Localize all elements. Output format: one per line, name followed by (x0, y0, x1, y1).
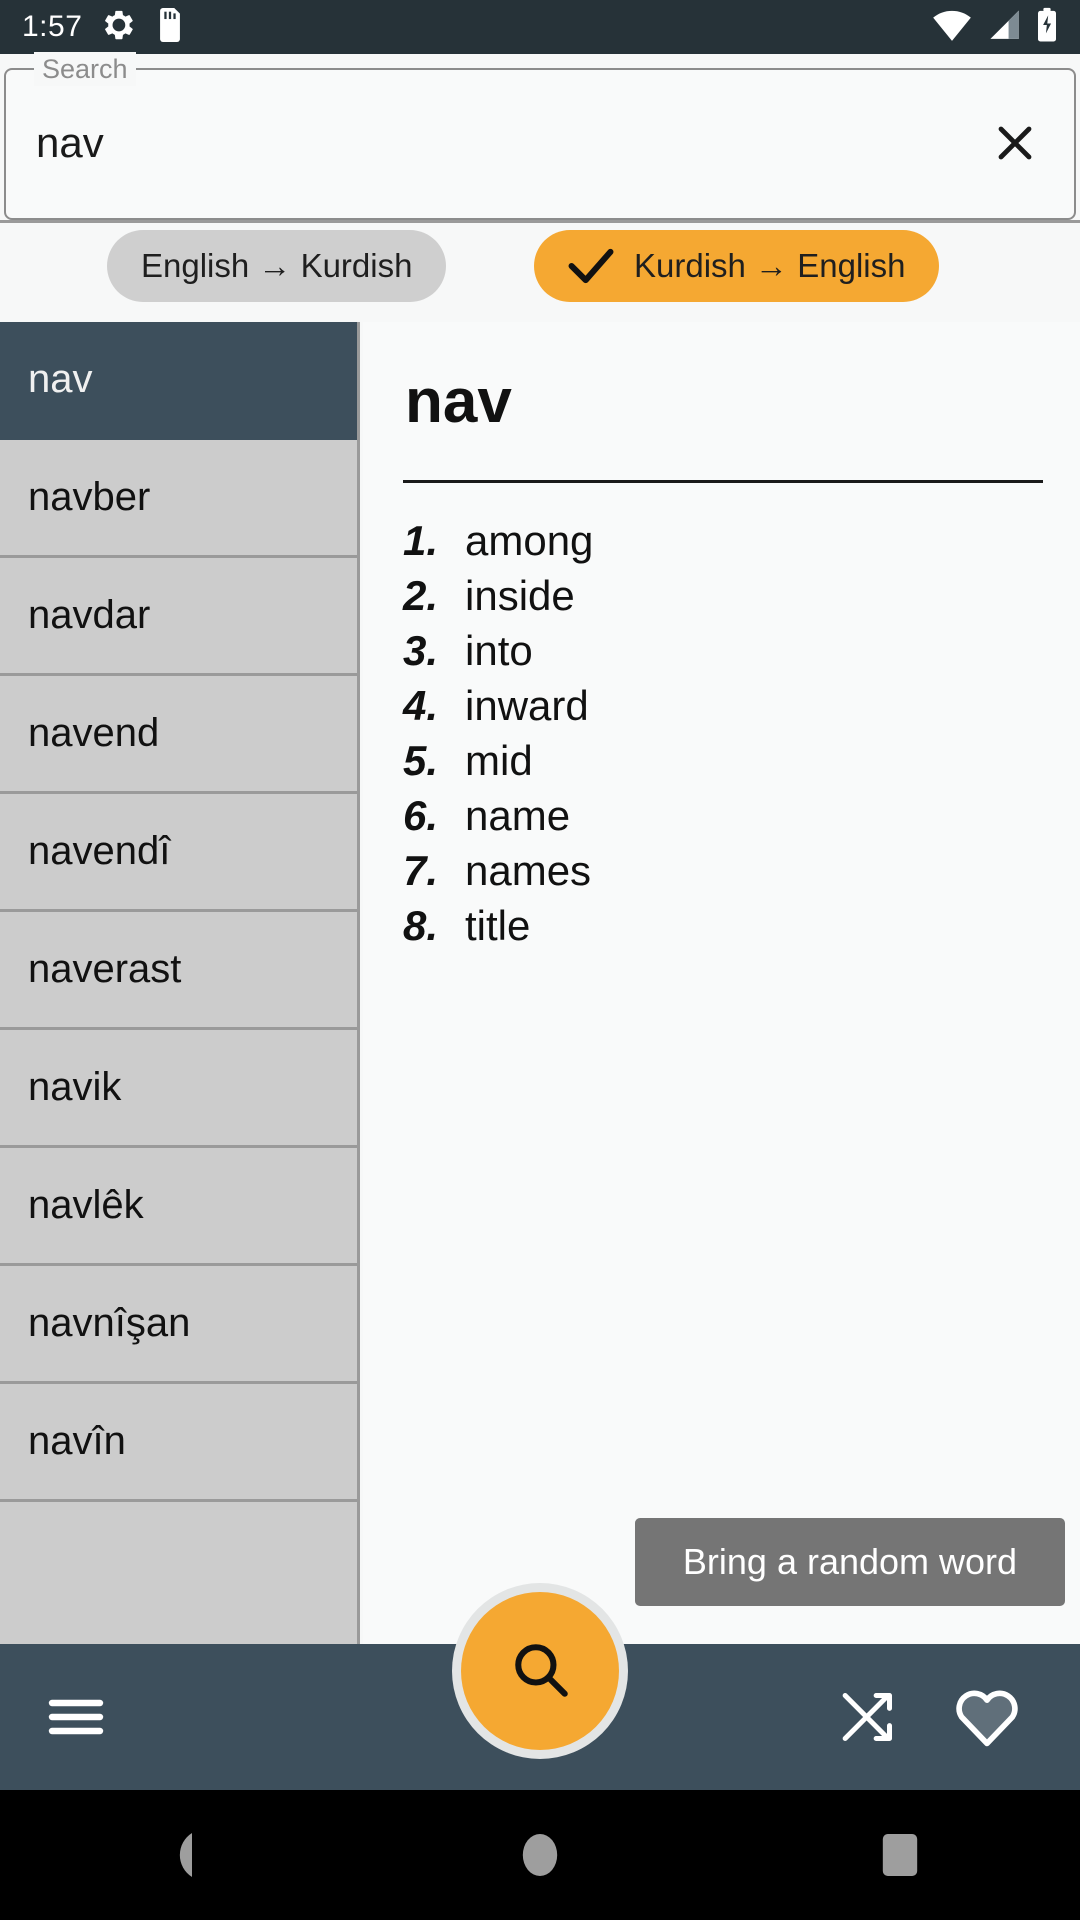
list-item-label: nav (28, 357, 93, 401)
list-item-label: navdar (28, 593, 151, 637)
definition-sense: 5. mid (403, 733, 1040, 788)
definition-sense: 6. name (403, 788, 1040, 843)
battery-charging-icon (1036, 7, 1058, 48)
translation-direction-toggle: English → Kurdish Kurdish → English (0, 230, 1080, 302)
sense-text: into (465, 627, 533, 674)
back-triangle-icon[interactable] (120, 1810, 240, 1900)
search-field[interactable]: Search nav (4, 52, 1076, 220)
word-list-item-naverast[interactable]: naverast (0, 912, 357, 1030)
sense-text: name (465, 792, 571, 839)
status-bar-left: 1:57 (22, 7, 184, 47)
sense-number: 8. (403, 902, 439, 949)
cellular-signal-icon (986, 8, 1022, 47)
chip-kurdish-to-english[interactable]: Kurdish → English (534, 230, 940, 302)
list-item-label: navlêk (28, 1183, 144, 1227)
definition-sense: 7. names (403, 843, 1040, 898)
status-bar-right (932, 7, 1058, 48)
definition-sense: 1. among (403, 513, 1040, 568)
check-icon (568, 246, 614, 286)
sense-text: among (465, 517, 594, 564)
list-item-label: navend (28, 711, 160, 755)
sense-number: 7. (403, 847, 439, 894)
word-list[interactable]: nav navber navdar navend navendî naveras… (0, 322, 360, 1644)
sd-card-icon (156, 7, 184, 47)
sense-number: 5. (403, 737, 439, 784)
sense-number: 4. (403, 682, 439, 729)
sense-number: 1. (403, 517, 439, 564)
content-area: nav navber navdar navend navendî naveras… (0, 322, 1080, 1644)
list-item-label: navendî (28, 829, 171, 873)
word-list-item-navend[interactable]: navend (0, 676, 357, 794)
sense-text: mid (465, 737, 533, 784)
search-input[interactable]: nav (36, 116, 104, 170)
search-area: Search nav (0, 52, 1080, 222)
definition-panel: nav 1. among 2. inside 3. into 4. inward (363, 322, 1080, 1644)
list-item-label: navber (28, 475, 151, 519)
heart-outline-icon[interactable] (949, 1678, 1025, 1754)
definition-sense-list: 1. among 2. inside 3. into 4. inward 5. (403, 513, 1040, 953)
list-item-label: naverast (28, 947, 182, 991)
word-list-item-navber[interactable]: navber (0, 440, 357, 558)
header-divider (0, 220, 1080, 223)
definition-sense: 3. into (403, 623, 1040, 678)
word-list-item-navendi[interactable]: navendî (0, 794, 357, 912)
word-list-item-navlek[interactable]: navlêk (0, 1148, 357, 1266)
chip-english-to-kurdish-label: English → Kurdish (141, 247, 413, 284)
hamburger-menu-icon[interactable] (40, 1681, 112, 1753)
app-root: 1:57 Search nav English → Kurdish Kurdis… (0, 0, 1080, 1920)
sense-number: 6. (403, 792, 439, 839)
word-list-item-navnisan[interactable]: navnîşan (0, 1266, 357, 1384)
word-list-item-navik[interactable]: navik (0, 1030, 357, 1148)
sense-text: inward (465, 682, 589, 729)
tooltip-text: Bring a random word (682, 1541, 1018, 1582)
definition-headword: nav (405, 367, 512, 436)
home-circle-icon[interactable] (480, 1810, 600, 1900)
close-icon[interactable] (986, 114, 1044, 172)
gear-icon (102, 8, 136, 47)
chip-kurdish-to-english-label: Kurdish → English (634, 247, 906, 284)
word-list-item-nav[interactable]: nav (0, 322, 357, 440)
status-bar-clock: 1:57 (22, 10, 83, 43)
definition-sense: 4. inward (403, 678, 1040, 733)
android-status-bar: 1:57 (0, 0, 1080, 54)
word-list-item-navin[interactable]: navîn (0, 1384, 357, 1502)
wifi-icon (932, 8, 972, 47)
list-item-label: navik (28, 1065, 122, 1109)
word-list-item-navdar[interactable]: navdar (0, 558, 357, 676)
shuffle-icon[interactable] (833, 1681, 905, 1753)
definition-divider (403, 480, 1043, 483)
definition-sense: 8. title (403, 898, 1040, 953)
list-item-label: navîn (28, 1419, 126, 1463)
chip-english-to-kurdish[interactable]: English → Kurdish (107, 230, 447, 302)
sense-number: 3. (403, 627, 439, 674)
sense-number: 2. (403, 572, 439, 619)
search-fab[interactable] (461, 1592, 619, 1750)
search-icon (507, 1636, 573, 1707)
sense-text: inside (465, 572, 575, 619)
list-item-label: navnîşan (28, 1301, 191, 1345)
recents-square-icon[interactable] (840, 1810, 960, 1900)
android-navigation-bar (0, 1790, 1080, 1920)
random-word-tooltip: Bring a random word (635, 1518, 1065, 1606)
sense-text: title (465, 902, 531, 949)
sense-text: names (465, 847, 592, 894)
search-field-label: Search (34, 52, 136, 86)
definition-sense: 2. inside (403, 568, 1040, 623)
